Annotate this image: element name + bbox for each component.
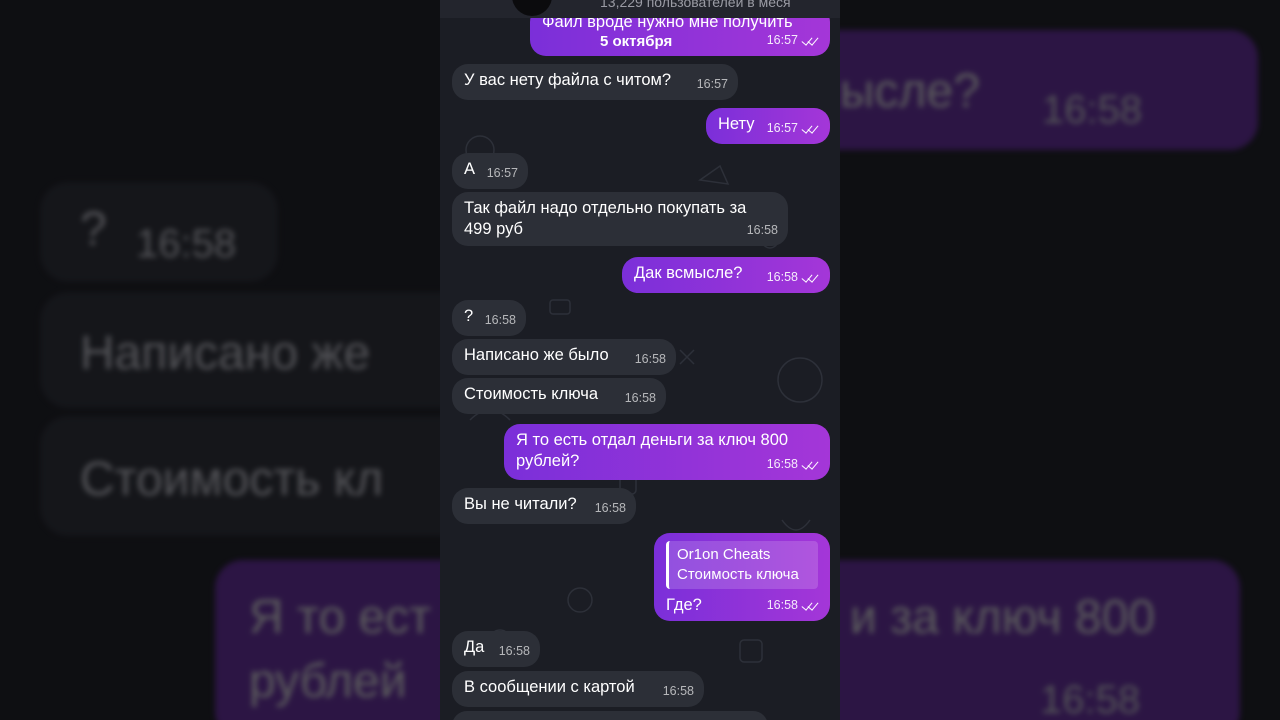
- message-text: Вы не читали?: [464, 495, 577, 513]
- message-text: Написано же было: [464, 346, 609, 364]
- message-incoming[interactable]: У вас нету файла с читом? 16:57: [452, 64, 738, 100]
- chat-screen: 13,229 пользователей в меся Файл вроде н…: [440, 0, 840, 720]
- message-text: Да: [464, 638, 485, 656]
- message-incoming[interactable]: Да 16:58: [452, 631, 540, 667]
- message-time: 16:58: [624, 391, 656, 405]
- message-incoming[interactable]: Написано же было 16:58: [452, 339, 676, 375]
- message-outgoing[interactable]: Я то есть отдал деньги за ключ 800 рубле…: [504, 424, 830, 480]
- message-time: 16:58: [484, 313, 516, 327]
- chat-avatar[interactable]: [512, 0, 552, 16]
- reply-quote[interactable]: Or1on Cheats Стоимость ключа: [666, 541, 818, 589]
- double-check-icon: [802, 123, 820, 133]
- reply-text: Стоимость ключа: [677, 566, 799, 583]
- message-time: 16:58: [662, 684, 694, 698]
- message-text: Нету: [718, 115, 755, 133]
- message-text: ?: [464, 307, 474, 325]
- message-text: Стоимость ключа: [464, 385, 599, 403]
- message-text: Дак всмысле?: [634, 264, 743, 282]
- message-time: 16:57: [767, 30, 820, 51]
- message-outgoing[interactable]: Нету 16:57: [706, 108, 830, 144]
- message-text-line2: 499 руб: [464, 220, 523, 238]
- message-time: 16:57: [767, 118, 820, 139]
- message-text: У вас нету файла с читом?: [464, 71, 672, 89]
- message-text: А: [464, 160, 476, 178]
- reply-author: Or1on Cheats: [677, 546, 771, 563]
- message-time: 16:58: [767, 595, 820, 616]
- double-check-icon: [802, 35, 820, 45]
- message-text: Я то есть отдал деньги за ключ 800: [516, 431, 789, 449]
- message-incoming[interactable]: Стоимость ключа 16:58: [452, 378, 666, 414]
- double-check-icon: [802, 459, 820, 469]
- message-incoming[interactable]: Так файл надо отдельно покупать за 499 р…: [452, 192, 788, 246]
- message-time: 16:57: [486, 166, 518, 180]
- message-incoming-partial[interactable]: [452, 711, 768, 720]
- message-text: В сообщении с картой: [464, 678, 635, 696]
- double-check-icon: [802, 600, 820, 610]
- message-incoming[interactable]: Вы не читали? 16:58: [452, 488, 636, 524]
- message-incoming[interactable]: ? 16:58: [452, 300, 526, 336]
- message-incoming[interactable]: А 16:57: [452, 153, 528, 189]
- double-check-icon: [802, 272, 820, 282]
- message-time: 16:58: [498, 644, 530, 658]
- chat-subtitle: 13,229 пользователей в меся: [600, 0, 791, 10]
- date-separator: 5 октября: [600, 33, 673, 50]
- message-time: 16:58: [634, 352, 666, 366]
- message-time: 16:57: [696, 77, 728, 91]
- message-time: 16:58: [767, 267, 820, 288]
- message-text: Где?: [666, 596, 702, 614]
- message-incoming[interactable]: В сообщении с картой 16:58: [452, 671, 704, 707]
- message-outgoing[interactable]: Дак всмысле? 16:58: [622, 257, 830, 293]
- chat-header[interactable]: 13,229 пользователей в меся: [440, 0, 840, 18]
- message-time: 16:58: [594, 501, 626, 515]
- message-time: 16:58: [767, 454, 820, 475]
- message-outgoing-reply[interactable]: Or1on Cheats Стоимость ключа Где? 16:58: [654, 533, 830, 621]
- message-text: Так файл надо отдельно покупать за: [464, 199, 747, 217]
- message-time: 16:58: [746, 223, 778, 237]
